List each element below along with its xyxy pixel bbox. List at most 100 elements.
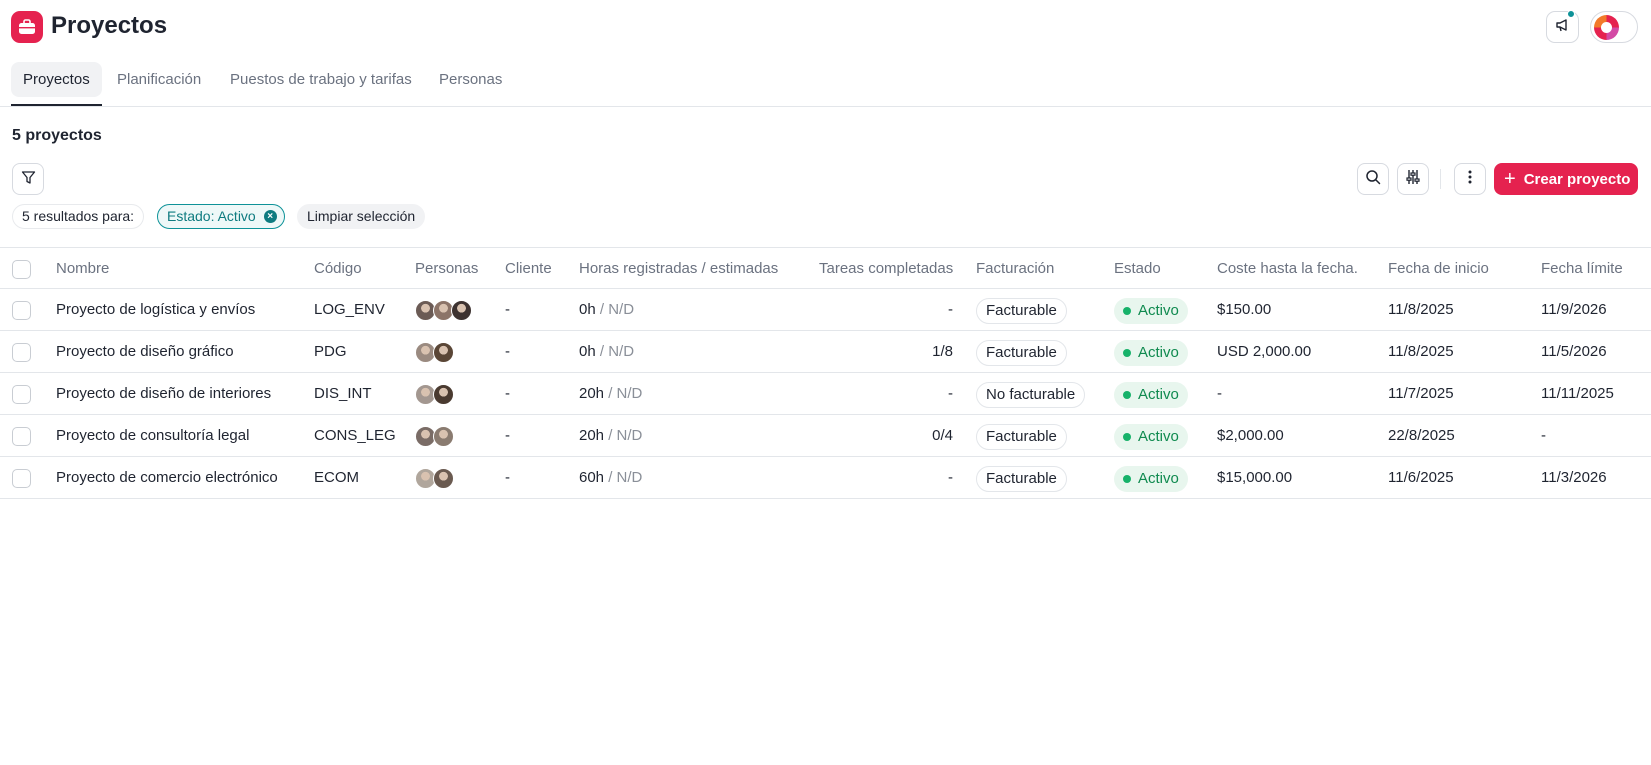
announcements-button[interactable]: [1546, 10, 1579, 43]
select-all-checkbox[interactable]: [12, 260, 31, 279]
column-header[interactable]: Estado: [1114, 248, 1161, 290]
project-name[interactable]: Proyecto de comercio electrónico: [56, 457, 278, 499]
billing-badge: Facturable: [976, 298, 1067, 324]
clear-selection-button[interactable]: Limpiar selección: [297, 204, 426, 229]
billing-badge: Facturable: [976, 466, 1067, 492]
tab-personas[interactable]: Personas: [427, 62, 514, 97]
tasks-completed: -: [948, 469, 953, 486]
plus-icon: +: [1504, 168, 1516, 190]
row-checkbox[interactable]: [12, 427, 31, 446]
table-row[interactable]: Proyecto de logística y envíos LOG_ENV - 0h…: [0, 289, 1651, 331]
status-badge: Activo: [1114, 466, 1188, 492]
status-badge: Activo: [1114, 382, 1188, 408]
project-name[interactable]: Proyecto de logística y envíos: [56, 289, 255, 331]
search-button[interactable]: [1357, 163, 1389, 195]
search-icon: [1365, 169, 1381, 189]
status-label: Activo: [1138, 470, 1179, 487]
column-header[interactable]: Código: [314, 248, 362, 290]
hours-estimate: / N/D: [608, 427, 643, 444]
column-header[interactable]: Fecha límite: [1541, 248, 1623, 290]
status-label: Activo: [1138, 428, 1179, 445]
column-header[interactable]: Facturación: [976, 248, 1054, 290]
due-date: 11/9/2026: [1541, 301, 1607, 318]
hours-estimate: / N/D: [599, 343, 635, 360]
status-label: Activo: [1138, 386, 1179, 403]
client-value: -: [505, 427, 510, 444]
project-code: CONS_LEG: [314, 427, 396, 444]
project-code: ECOM: [314, 469, 359, 486]
status-dot: [1123, 307, 1131, 315]
client-value: -: [505, 385, 510, 402]
tasks-completed: -: [948, 385, 953, 402]
avatar[interactable]: [433, 426, 454, 447]
table-row[interactable]: Proyecto de diseño gráfico PDG - 0h / N/D 1/…: [0, 331, 1651, 373]
cost-value: $2,000.00: [1217, 427, 1284, 444]
hours-value: 20h / N/D: [579, 373, 642, 415]
start-date: 11/7/2025: [1388, 385, 1454, 402]
tasks-completed: -: [948, 301, 953, 318]
help-button[interactable]: [1590, 11, 1638, 43]
filter-button[interactable]: [12, 163, 44, 195]
due-date: 11/11/2025: [1541, 385, 1614, 402]
results-summary: 5 resultados para:: [12, 204, 145, 229]
row-checkbox[interactable]: [12, 343, 31, 362]
create-project-label: Crear proyecto: [1523, 170, 1631, 188]
row-checkbox[interactable]: [12, 385, 31, 404]
client-value: -: [505, 343, 510, 360]
hours-logged: 0h: [579, 301, 596, 318]
project-name[interactable]: Proyecto de diseño gráfico: [56, 331, 234, 373]
page-title: Proyectos: [51, 12, 168, 39]
tasks-completed: 0/4: [932, 427, 953, 444]
client-value: -: [505, 469, 510, 486]
tab-planificacion[interactable]: Planificación: [105, 62, 213, 97]
status-label: Activo: [1138, 344, 1179, 361]
notification-dot: [1567, 10, 1575, 18]
status-dot: [1123, 475, 1131, 483]
table-row[interactable]: Proyecto de diseño de interiores DIS_INT -…: [0, 373, 1651, 415]
table-row[interactable]: Proyecto de consultoría legal CONS_LEG - 20…: [0, 415, 1651, 457]
avatar[interactable]: [433, 342, 454, 363]
kebab-menu-icon: [1468, 170, 1472, 188]
tab-bar: Proyectos Planificación Puestos de traba…: [0, 59, 1651, 107]
hours-value: 0h / N/D: [579, 289, 634, 331]
hours-estimate: / N/D: [608, 469, 643, 486]
avatar[interactable]: [451, 300, 472, 321]
hours-logged: 20h: [579, 427, 605, 444]
column-header[interactable]: Cliente: [505, 248, 552, 290]
avatar[interactable]: [433, 384, 454, 405]
status-badge: Activo: [1114, 298, 1188, 324]
status-dot: [1123, 349, 1131, 357]
status-label: Activo: [1138, 302, 1179, 319]
status-filter-label: Estado: Activo: [167, 208, 256, 224]
column-settings-button[interactable]: [1397, 163, 1429, 195]
avatar[interactable]: [433, 468, 454, 489]
column-header[interactable]: Coste hasta la fecha.: [1217, 248, 1358, 290]
sliders-icon: [1405, 169, 1421, 189]
billing-badge: Facturable: [976, 340, 1067, 366]
status-filter-chip[interactable]: Estado: Activo ×: [157, 204, 285, 229]
tab-puestos-tarifas[interactable]: Puestos de trabajo y tarifas: [218, 62, 424, 97]
column-header[interactable]: Horas registradas / estimadas: [579, 248, 778, 290]
hours-value: 60h / N/D: [579, 457, 642, 499]
status-badge: Activo: [1114, 424, 1188, 450]
hours-logged: 0h: [579, 343, 596, 360]
column-header[interactable]: Personas: [415, 248, 478, 290]
column-header[interactable]: Tareas completadas: [819, 248, 953, 290]
column-header[interactable]: Nombre: [56, 248, 109, 290]
hours-value: 0h / N/D: [579, 331, 634, 373]
more-options-button[interactable]: [1454, 163, 1486, 195]
table-row[interactable]: Proyecto de comercio electrónico ECOM - 60h…: [0, 457, 1651, 499]
cost-value: USD 2,000.00: [1217, 343, 1312, 360]
top-bar: Proyectos: [0, 0, 1651, 56]
project-name[interactable]: Proyecto de diseño de interiores: [56, 373, 271, 415]
status-dot: [1123, 433, 1131, 441]
row-checkbox[interactable]: [12, 469, 31, 488]
row-checkbox[interactable]: [12, 301, 31, 320]
create-project-button[interactable]: + Crear proyecto: [1494, 163, 1638, 195]
column-header[interactable]: Fecha de inicio: [1388, 248, 1489, 290]
project-name[interactable]: Proyecto de consultoría legal: [56, 415, 249, 457]
hours-value: 20h / N/D: [579, 415, 642, 457]
project-code: LOG_ENV: [314, 301, 385, 318]
tab-proyectos[interactable]: Proyectos: [11, 62, 102, 97]
remove-filter-icon[interactable]: ×: [263, 210, 277, 223]
